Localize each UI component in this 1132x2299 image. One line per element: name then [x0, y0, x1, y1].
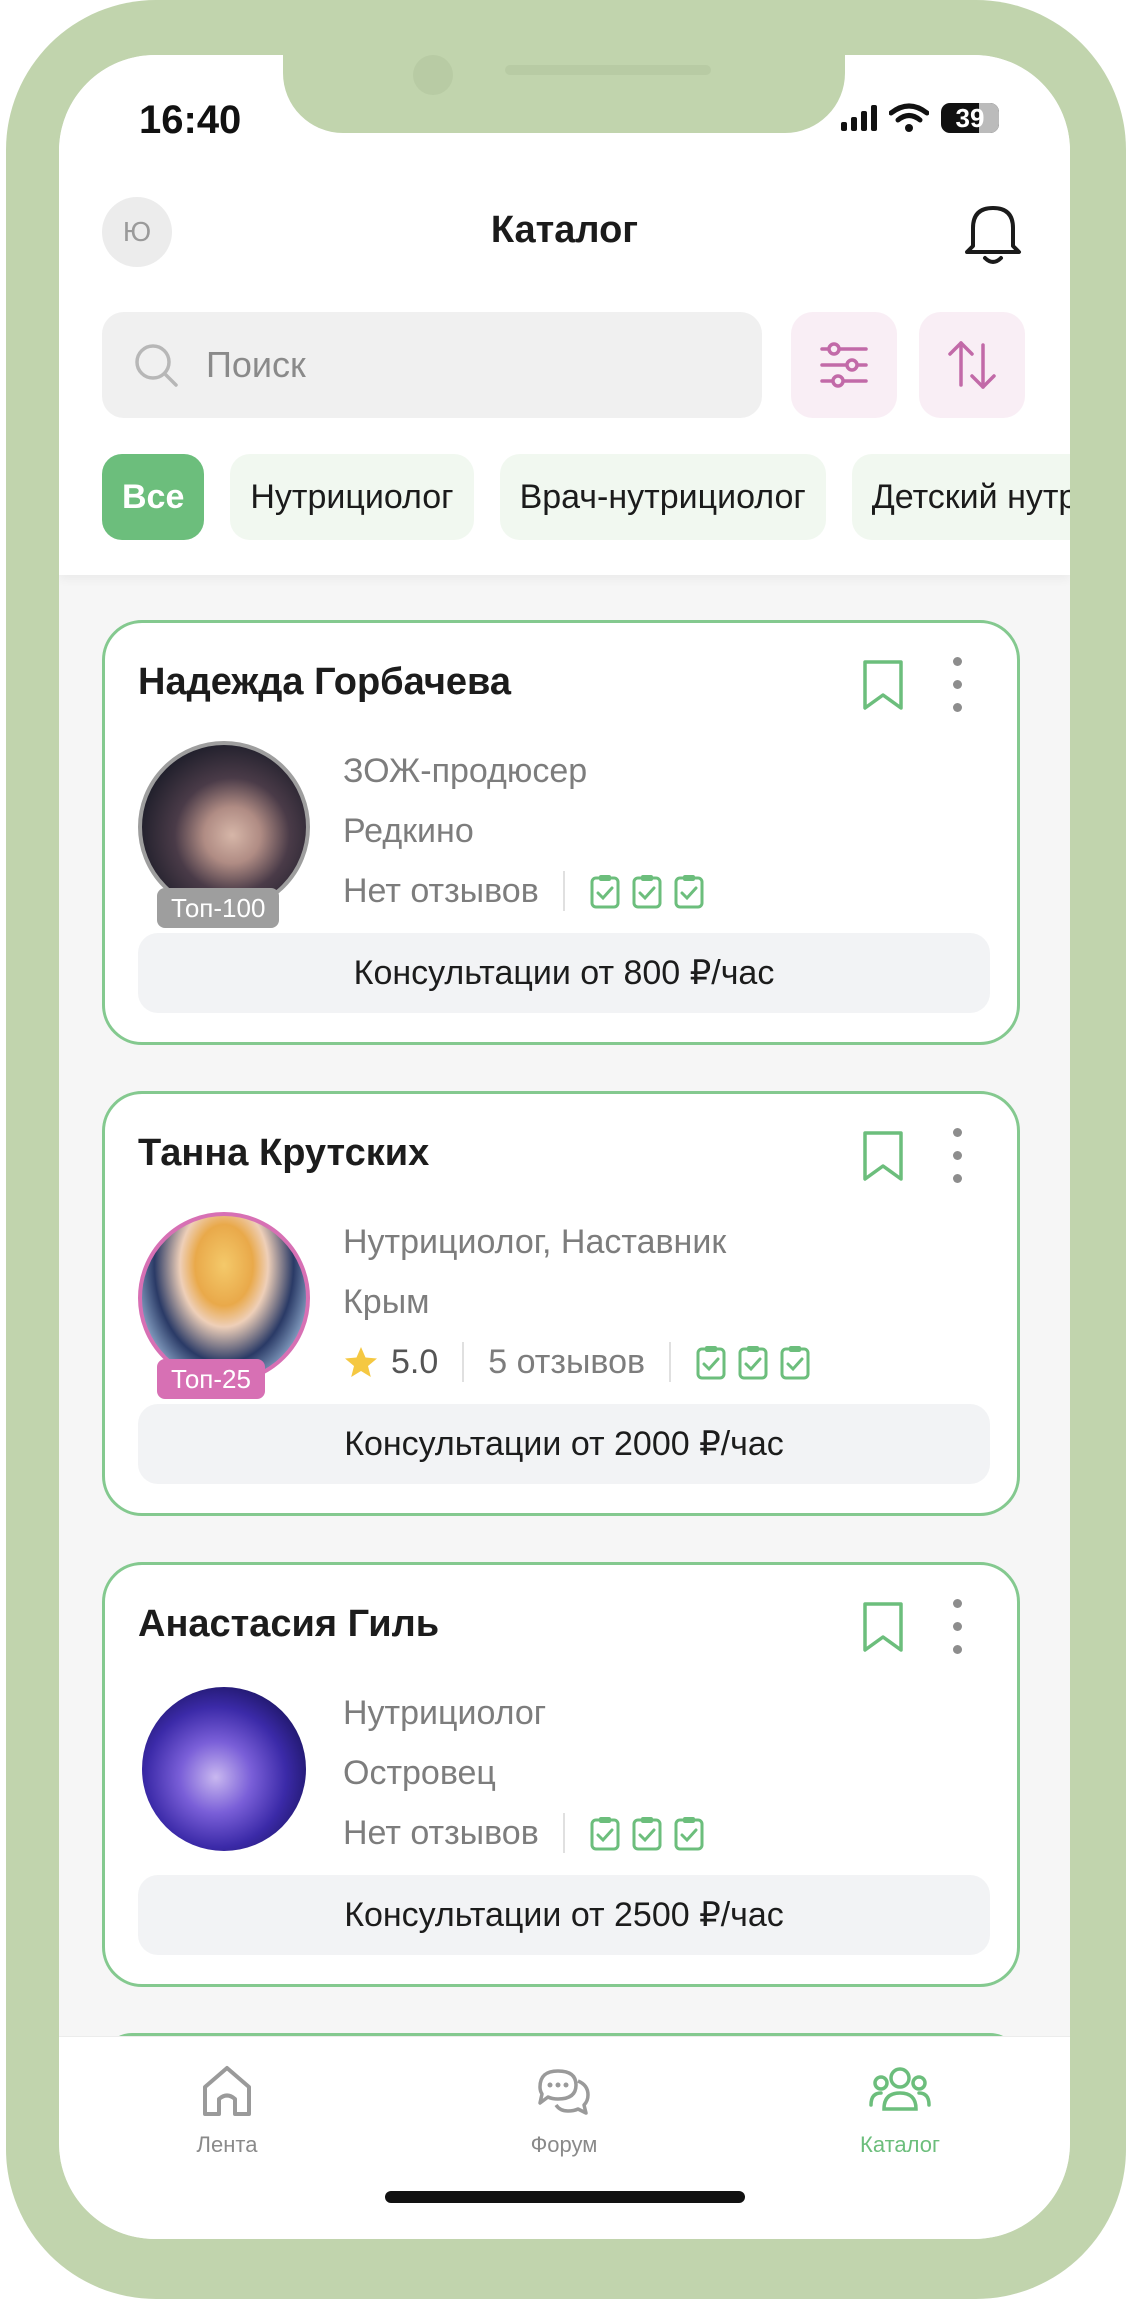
sort-button[interactable]: [919, 312, 1025, 418]
clipboard-check-icon: [696, 1346, 726, 1380]
tab-forum-label: Форум: [530, 2132, 598, 2157]
bookmark-icon[interactable]: [860, 1128, 906, 1184]
search-input[interactable]: [204, 343, 688, 387]
bookmark-icon[interactable]: [860, 1599, 906, 1655]
chip-doctor-nutritionist[interactable]: Врач-нутрициолог: [499, 454, 826, 540]
wifi-icon: [889, 103, 929, 132]
chat-bubbles-icon: [538, 2069, 590, 2115]
clipboard-check-icon: [632, 1817, 662, 1851]
specialist-info: Нутрициолог, Наставник Крым 5.0 5 отзыво…: [343, 1212, 811, 1392]
sort-arrows-icon: [948, 341, 996, 389]
tab-forum[interactable]: Форум: [464, 2061, 664, 2158]
specialist-role: ЗОЖ-продюсер: [343, 752, 588, 790]
chip-child-nutritionist[interactable]: Детский нутрициолог: [851, 454, 1070, 540]
tab-catalog[interactable]: Каталог: [800, 2061, 1000, 2158]
notch: [283, 55, 845, 133]
rating-value: 5.0: [391, 1343, 439, 1381]
specialist-city: Крым: [343, 1283, 430, 1321]
search-icon: [135, 344, 178, 387]
screen: 16:40 39 Ю Каталог Поиск Все Нутрициолог…: [59, 55, 1070, 2239]
reviews-row: Нет отзывов: [343, 1803, 705, 1863]
specialist-name: Надежда Горбачева: [138, 661, 512, 703]
search-field[interactable]: [102, 312, 762, 418]
reviews-row: 5.0 5 отзывов: [343, 1332, 811, 1392]
phone-frame: 16:40 39 Ю Каталог Поиск Все Нутрициолог…: [0, 0, 1132, 2299]
more-icon[interactable]: [947, 1128, 967, 1188]
specialist-city: Островец: [343, 1754, 496, 1792]
tab-bar: Лента Форум Каталог: [59, 2036, 1070, 2239]
rank-badge: Топ-100: [157, 888, 280, 928]
reviews-count: Нет отзывов: [343, 1814, 539, 1852]
clipboard-check-icon: [674, 1817, 704, 1851]
specialist-card[interactable]: Танна Крутских Топ-25 Нутрициолог, Наста…: [102, 1091, 1020, 1516]
status-icons: 39: [841, 101, 999, 135]
price-button[interactable]: Консультации от 2500 ₽/час: [138, 1875, 990, 1955]
specialist-name: Танна Крутских: [138, 1132, 430, 1174]
chip-all[interactable]: Все: [102, 454, 205, 540]
specialist-info: ЗОЖ-продюсер Редкино Нет отзывов: [343, 741, 705, 921]
more-icon[interactable]: [947, 657, 967, 717]
clipboard-check-icon: [590, 1817, 620, 1851]
star-icon: [345, 1347, 377, 1377]
specialist-role: Нутрициолог, Наставник: [343, 1223, 727, 1261]
signal-icon: [841, 105, 877, 131]
specialist-card[interactable]: Надежда Горбачева Топ-100 ЗОЖ-продюсер Р…: [102, 620, 1020, 1045]
header: 16:40 39 Ю Каталог Поиск Все Нутрициолог…: [59, 55, 1070, 575]
tab-feed[interactable]: Лента: [127, 2061, 327, 2158]
reviews-row: Нет отзывов: [343, 861, 705, 921]
tab-feed-label: Лента: [196, 2132, 258, 2157]
specialist-name: Анастасия Гиль: [138, 1603, 440, 1645]
sliders-icon: [820, 342, 868, 388]
clipboard-check-icon: [738, 1346, 768, 1380]
rank-badge: Топ-25: [157, 1359, 265, 1399]
home-indicator: [385, 2191, 745, 2203]
reviews-count: Нет отзывов: [343, 872, 539, 910]
bell-icon[interactable]: [959, 198, 1027, 268]
chip-nutritionist[interactable]: Нутрициолог: [230, 454, 474, 540]
filter-button[interactable]: [791, 312, 897, 418]
price-button[interactable]: Консультации от 800 ₽/час: [138, 933, 990, 1013]
filter-chips: Все Нутрициолог Врач-нутрициолог Детский ну…: [102, 454, 1070, 540]
clipboard-check-icon: [674, 875, 704, 909]
price-button[interactable]: Консультации от 2000 ₽/час: [138, 1404, 990, 1484]
specialist-role: Нутрициолог: [343, 1694, 547, 1732]
more-icon[interactable]: [947, 1599, 967, 1659]
reviews-count[interactable]: 5 отзывов: [488, 1332, 645, 1392]
specialist-info: Нутрициолог Островец Нет отзывов: [343, 1683, 705, 1863]
battery-level: 39: [955, 102, 985, 133]
clipboard-check-icon: [590, 875, 620, 909]
bookmark-icon[interactable]: [860, 657, 906, 713]
specialist-city: Редкино: [343, 812, 474, 850]
battery-icon: 39: [941, 103, 999, 133]
tab-catalog-label: Каталог: [860, 2132, 940, 2157]
clipboard-check-icon: [632, 875, 662, 909]
clipboard-check-icon: [780, 1346, 810, 1380]
specialist-card[interactable]: Анастасия Гиль Нутрициолог Островец Нет …: [102, 1562, 1020, 1987]
people-icon: [869, 2067, 931, 2111]
status-time: 16:40: [139, 98, 242, 142]
page-title: Каталог: [490, 209, 639, 251]
avatar: [142, 1687, 306, 1851]
home-icon: [203, 2066, 251, 2116]
